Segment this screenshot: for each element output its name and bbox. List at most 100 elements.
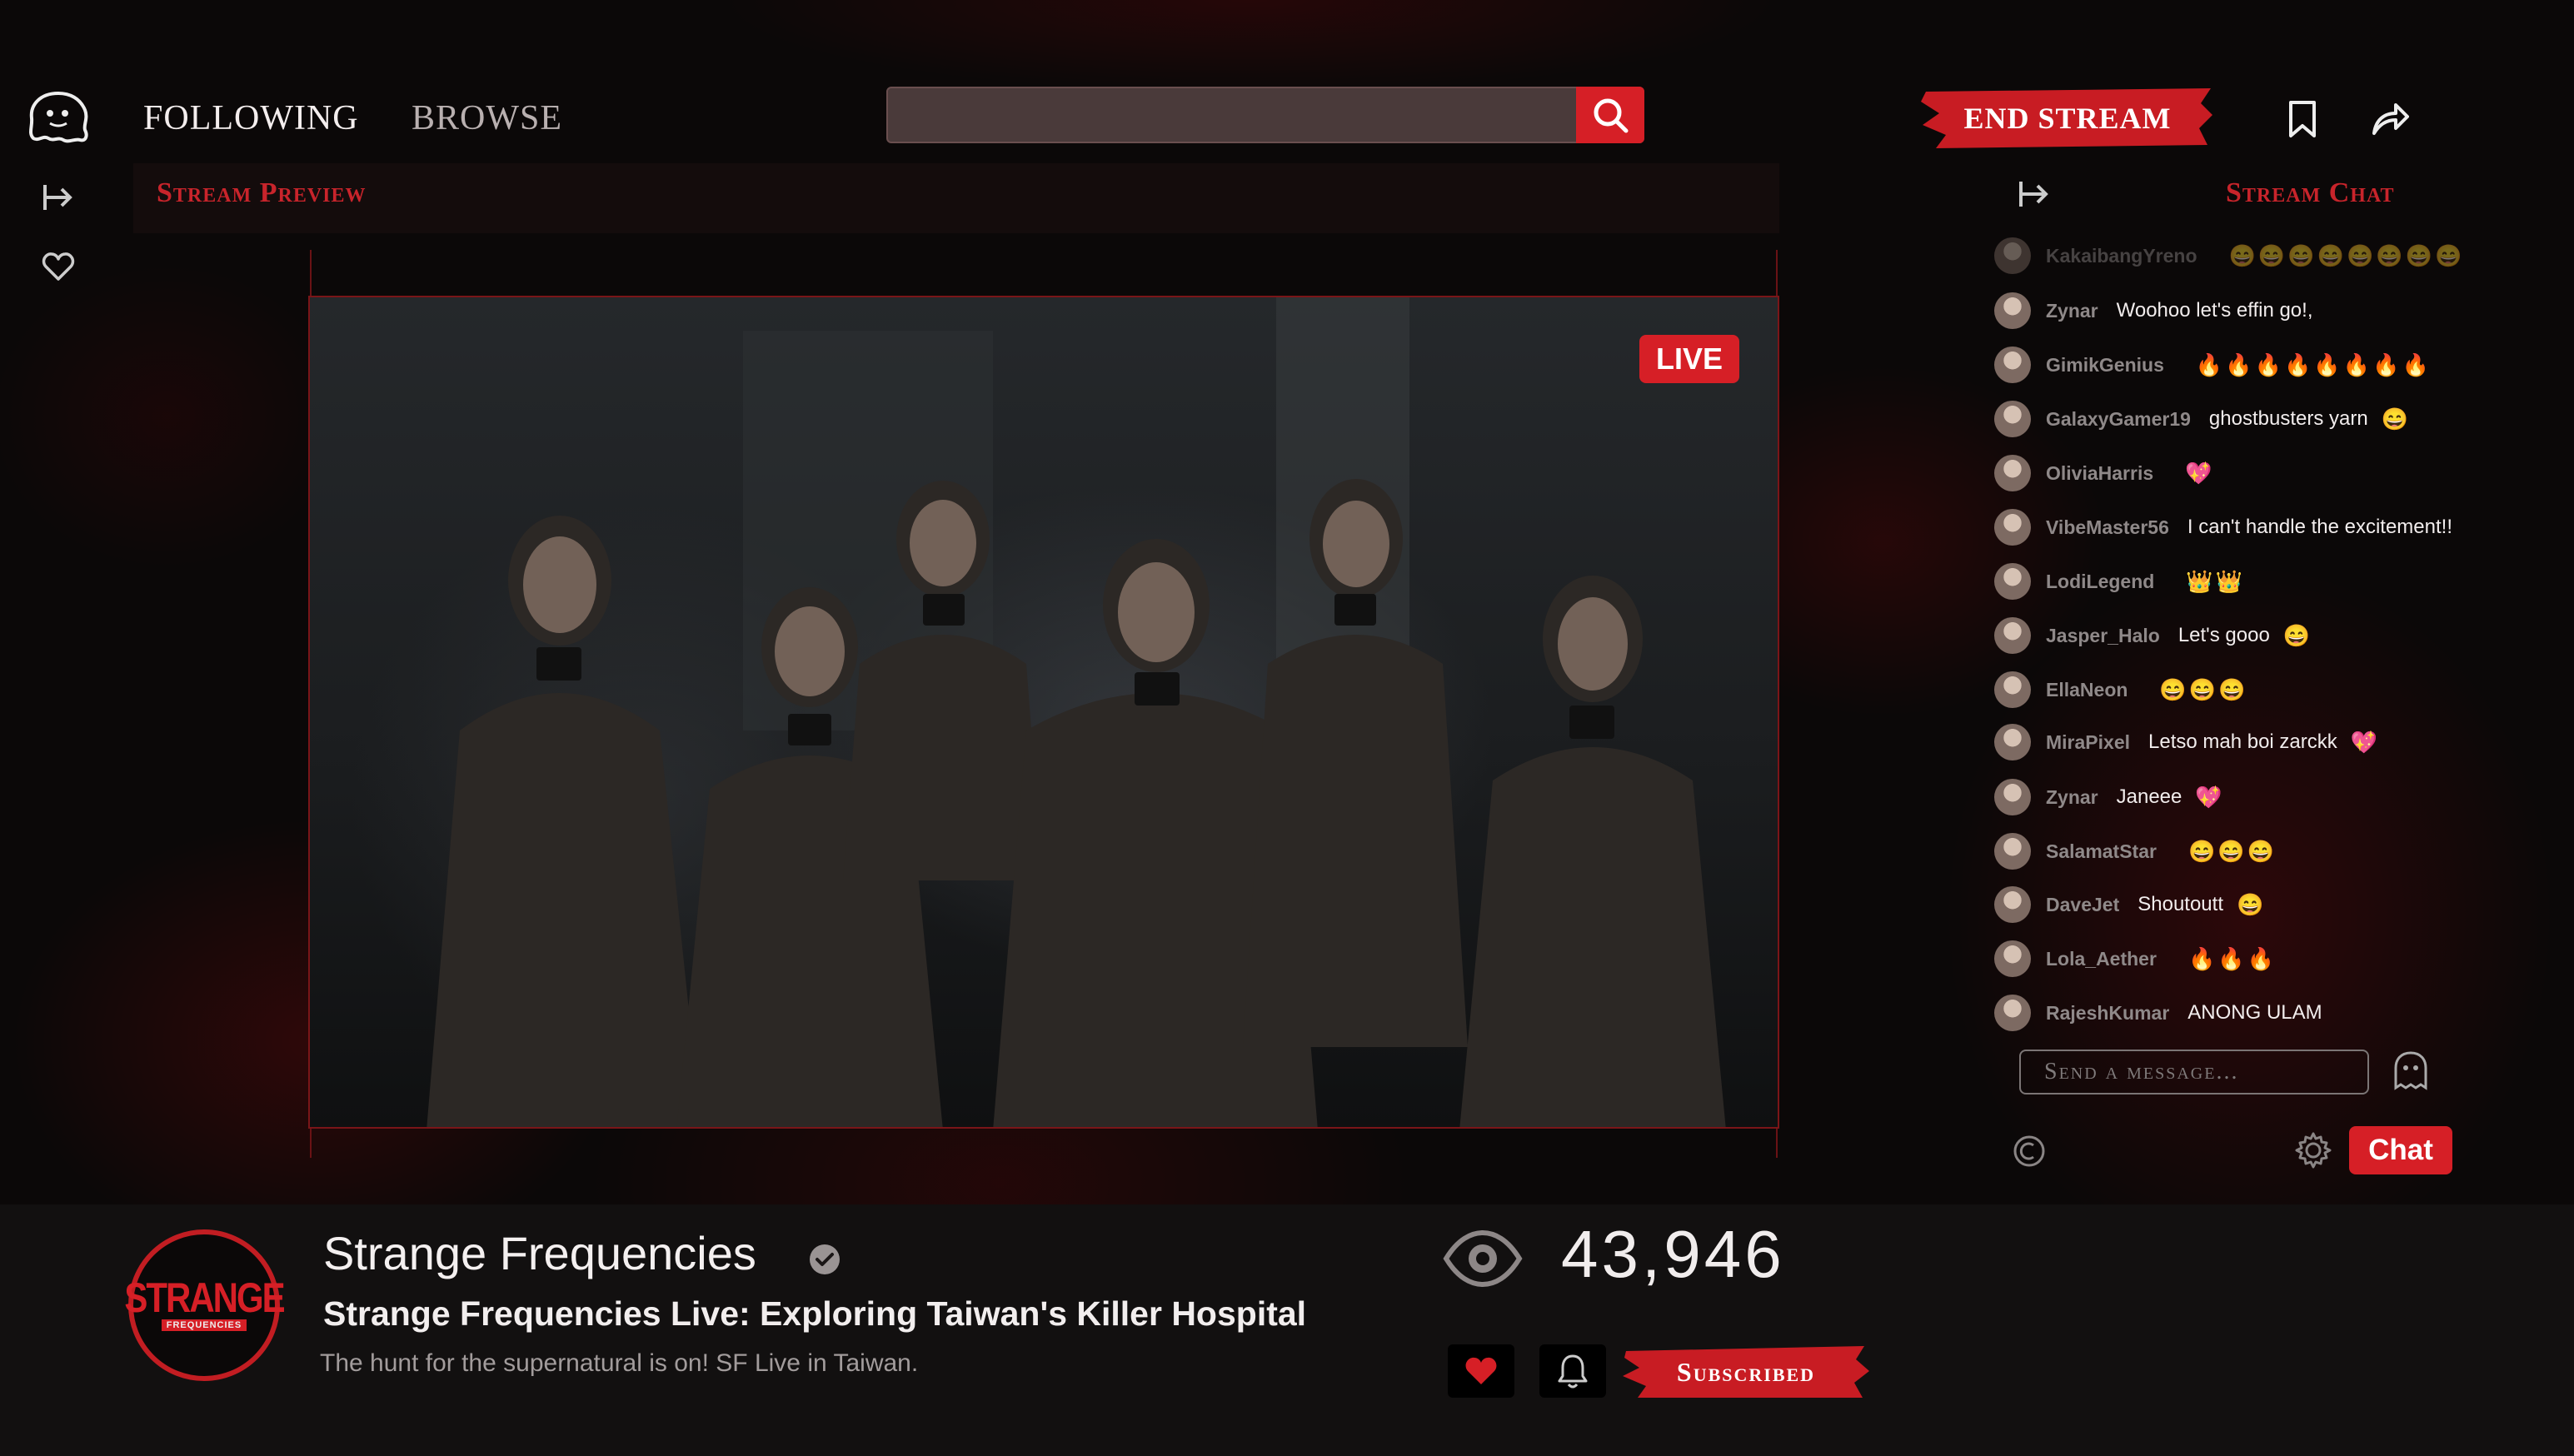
- ghost-logo-icon[interactable]: [25, 90, 92, 143]
- share-icon[interactable]: [2371, 100, 2409, 137]
- like-button[interactable]: [1448, 1344, 1514, 1398]
- chat-username[interactable]: GalaxyGamer19: [2046, 408, 2191, 431]
- chat-text: ANONG ULAM: [2187, 1001, 2322, 1024]
- viewers-eye-icon: [1443, 1229, 1523, 1288]
- user-avatar: [1994, 563, 2031, 600]
- user-avatar: [1994, 724, 2031, 760]
- collapse-left-rail-icon[interactable]: [42, 182, 75, 213]
- chat-message: DaveJet Shoutoutt 😄: [1994, 885, 2266, 924]
- chat-emoji: 😄😄😄: [2187, 838, 2277, 864]
- notifications-button[interactable]: [1539, 1344, 1606, 1398]
- chat-username[interactable]: SalamatStar: [2046, 840, 2157, 863]
- user-avatar: [1994, 509, 2031, 546]
- nav-browse[interactable]: BROWSE: [412, 98, 562, 138]
- chat-emoji: 💖: [2350, 729, 2381, 755]
- nav-following[interactable]: FOLLOWING: [143, 98, 359, 138]
- ghost-emote-icon[interactable]: [2391, 1050, 2431, 1093]
- chat-username[interactable]: EllaNeon: [2046, 679, 2128, 701]
- channel-logo[interactable]: STRANGE FREQUENCIES: [124, 1229, 286, 1381]
- chat-message: SalamatStar 😄😄😄: [1994, 832, 2277, 870]
- chat-emoji: 👑👑: [2186, 568, 2246, 594]
- chat-text: Shoutoutt: [2138, 893, 2223, 915]
- chat-username[interactable]: LodiLegend: [2046, 571, 2154, 593]
- stream-chat-heading: Stream Chat: [2226, 177, 2395, 208]
- chat-emoji: 💖: [2185, 460, 2215, 486]
- chat-message: MiraPixel Letso mah boi zarckk 💖: [1994, 723, 2380, 761]
- user-avatar: [1994, 995, 2031, 1031]
- top-bar: FOLLOWING BROWSE END STREAM: [0, 0, 2574, 158]
- chat-message: VibeMaster56 I can't handle the exciteme…: [1994, 508, 2466, 546]
- subscribed-label: Subscribed: [1676, 1356, 1816, 1387]
- user-avatar: [1994, 237, 2031, 274]
- end-stream-button[interactable]: END STREAM: [1919, 87, 2216, 150]
- chat-message: GalaxyGamer19 ghostbusters yarn 😄: [1994, 400, 2411, 438]
- chat-emoji: 🔥🔥🔥🔥🔥🔥🔥🔥: [2195, 352, 2432, 377]
- chat-message: Zynar Woohoo let's effin go!,: [1994, 292, 2327, 330]
- stream-description: The hunt for the supernatural is on! SF …: [320, 1349, 919, 1377]
- heart-filled-icon: [1465, 1357, 1497, 1384]
- user-avatar: [1994, 455, 2031, 491]
- chat-message: EllaNeon 😄😄😄: [1994, 671, 2248, 709]
- chat-emoji: 😄: [2381, 406, 2412, 431]
- chat-emoji: 😄: [2236, 891, 2267, 917]
- channel-points-icon[interactable]: [2011, 1133, 2048, 1169]
- chat-text: Letso mah boi zarckk: [2148, 730, 2337, 753]
- chat-emoji: 😄😄😄😄😄😄😄😄: [2228, 242, 2465, 268]
- stream-preview-heading: Stream Preview: [157, 177, 367, 208]
- search-icon: [1594, 98, 1629, 133]
- channel-logo-word: STRANGE: [124, 1274, 285, 1321]
- chat-message: RajeshKumar ANONG ULAM: [1994, 994, 2336, 1032]
- live-badge: LIVE: [1639, 335, 1739, 383]
- search-input[interactable]: [905, 95, 1599, 137]
- chat-username[interactable]: Jasper_Halo: [2046, 625, 2160, 647]
- chat-text: Woohoo let's effin go!,: [2116, 299, 2313, 322]
- chat-text: Janeee: [2116, 785, 2182, 808]
- chat-text: Let's gooo: [2177, 624, 2270, 646]
- chat-username[interactable]: OliviaHarris: [2046, 462, 2153, 485]
- chat-message-input[interactable]: [2019, 1050, 2369, 1094]
- chat-message: Lola_Aether 🔥🔥🔥: [1994, 940, 2277, 978]
- chat-username[interactable]: Zynar: [2046, 300, 2098, 322]
- user-avatar: [1994, 940, 2031, 977]
- video-player[interactable]: [308, 296, 1779, 1129]
- chat-message: OliviaHarris 💖: [1994, 454, 2215, 492]
- bookmark-icon[interactable]: [2286, 100, 2319, 138]
- chat-message: GimikGenius 🔥🔥🔥🔥🔥🔥🔥🔥: [1994, 346, 2432, 384]
- chat-emoji: 💖: [2195, 784, 2225, 810]
- subscribed-button[interactable]: Subscribed: [1621, 1343, 1871, 1401]
- chat-message: LodiLegend 👑👑: [1994, 562, 2245, 601]
- stream-video-feed: [427, 297, 1726, 1127]
- chat-username[interactable]: Lola_Aether: [2046, 948, 2157, 970]
- chat-message: KakaibangYreno 😄😄😄😄😄😄😄😄: [1994, 237, 2464, 275]
- heart-outline-icon[interactable]: [42, 252, 75, 282]
- channel-name[interactable]: Strange Frequencies: [323, 1226, 756, 1280]
- chat-username[interactable]: KakaibangYreno: [2046, 245, 2197, 267]
- settings-gear-icon[interactable]: [2294, 1131, 2332, 1169]
- user-avatar: [1994, 833, 2031, 870]
- chat-message: Zynar Janeee 💖: [1994, 778, 2225, 816]
- search-button[interactable]: [1576, 87, 1644, 143]
- user-avatar: [1994, 401, 2031, 437]
- user-avatar: [1994, 617, 2031, 654]
- preview-header-bar: [133, 163, 1779, 233]
- chat-username[interactable]: VibeMaster56: [2046, 516, 2169, 539]
- chat-emoji: 😄: [2282, 622, 2313, 648]
- chat-text: I can't handle the excitement!!: [2187, 516, 2452, 538]
- stream-title: Strange Frequencies Live: Exploring Taiw…: [323, 1294, 1307, 1333]
- channel-logo-subword: FREQUENCIES: [161, 1319, 247, 1331]
- user-avatar: [1994, 347, 2031, 383]
- verified-badge-icon: [810, 1244, 840, 1274]
- chat-username[interactable]: GimikGenius: [2046, 354, 2164, 376]
- user-avatar: [1994, 886, 2031, 923]
- chat-username[interactable]: MiraPixel: [2046, 731, 2130, 754]
- viewer-count: 43,946: [1561, 1217, 1785, 1291]
- user-avatar: [1994, 779, 2031, 815]
- chat-message: Jasper_Halo Let's gooo 😄: [1994, 616, 2312, 655]
- chat-username[interactable]: Zynar: [2046, 786, 2098, 809]
- bell-icon: [1558, 1354, 1588, 1389]
- chat-username[interactable]: DaveJet: [2046, 894, 2119, 916]
- chat-username[interactable]: RajeshKumar: [2046, 1002, 2169, 1025]
- chat-send-button[interactable]: Chat: [2349, 1126, 2452, 1174]
- collapse-chat-icon[interactable]: [2018, 178, 2051, 210]
- user-avatar: [1994, 292, 2031, 329]
